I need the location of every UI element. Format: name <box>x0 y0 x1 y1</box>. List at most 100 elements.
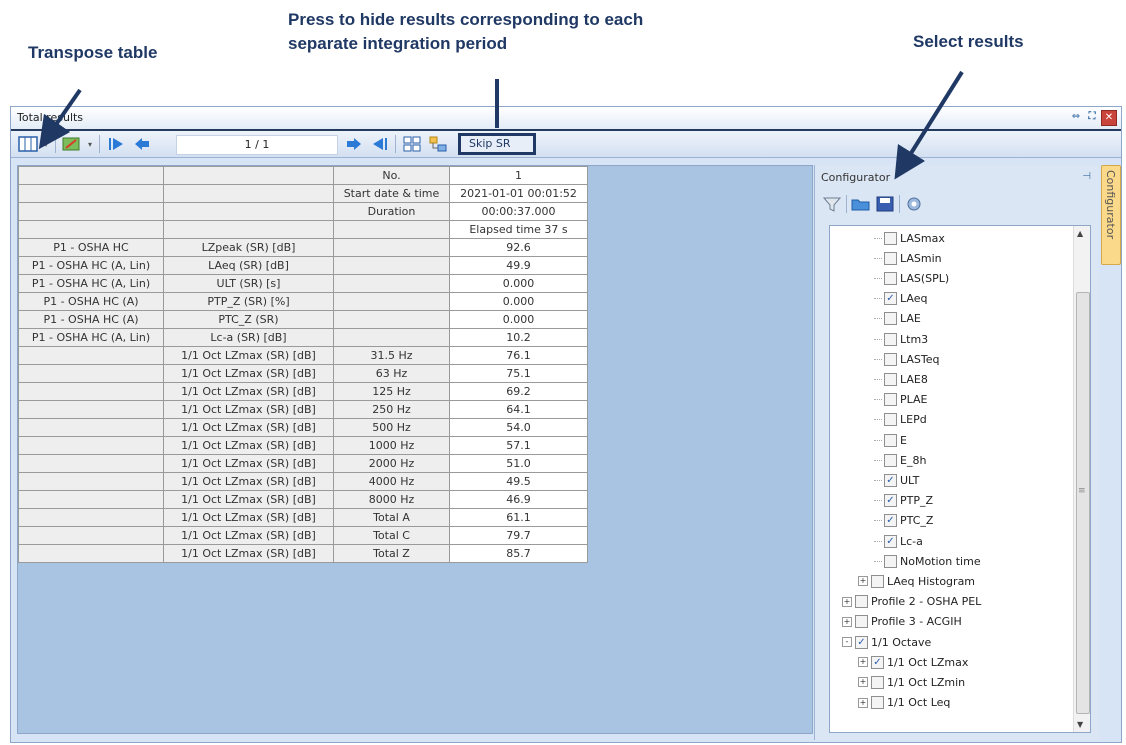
table-cell[interactable]: 4000 Hz <box>333 472 450 491</box>
table-cell[interactable]: 63 Hz <box>333 364 450 383</box>
table-cell[interactable] <box>333 328 450 347</box>
table-cell[interactable] <box>333 310 450 329</box>
table-cell[interactable]: 79.7 <box>449 526 588 545</box>
tree-item[interactable]: + Profile 2 - OSHA PEL <box>842 592 981 612</box>
tree-item[interactable]: ✓ Lc-a <box>874 531 923 551</box>
table-cell[interactable] <box>333 274 450 293</box>
table-cell[interactable]: 92.6 <box>449 238 588 257</box>
scrollbar-thumb[interactable] <box>1076 292 1090 714</box>
tree-item[interactable]: Ltm3 <box>874 329 928 349</box>
configurator-side-tab[interactable]: Configurator <box>1101 165 1121 265</box>
expand-icon[interactable]: + <box>858 677 868 688</box>
tree-item[interactable]: LAS(SPL) <box>874 268 949 288</box>
tree-checkbox[interactable] <box>884 271 897 285</box>
table-cell[interactable]: 57.1 <box>449 436 588 455</box>
tree-checkbox[interactable] <box>884 251 897 265</box>
tree-checkbox[interactable] <box>884 332 897 346</box>
table-cell[interactable]: P1 - OSHA HC (A) <box>18 292 164 311</box>
table-cell[interactable]: 64.1 <box>449 400 588 419</box>
table-cell[interactable]: 31.5 Hz <box>333 346 450 365</box>
tree-item[interactable]: ✓ PTP_Z <box>874 491 933 511</box>
expand-icon[interactable]: + <box>858 657 868 668</box>
tree-checkbox[interactable] <box>884 352 897 366</box>
table-cell[interactable] <box>18 508 164 527</box>
table-cell[interactable]: 85.7 <box>449 544 588 563</box>
table-cell[interactable]: 1/1 Oct LZmax (SR) [dB] <box>163 544 334 563</box>
table-cell[interactable] <box>333 292 450 311</box>
tree-item[interactable]: ✓ PTC_Z <box>874 511 933 531</box>
table-cell[interactable]: 51.0 <box>449 454 588 473</box>
tree-checkbox[interactable] <box>855 595 868 609</box>
table-cell[interactable]: 1/1 Oct LZmax (SR) [dB] <box>163 472 334 491</box>
tree-item[interactable]: LASTeq <box>874 349 940 369</box>
table-cell[interactable]: Elapsed time 37 s <box>449 220 588 239</box>
table-cell[interactable]: Start date & time <box>333 184 450 203</box>
table-cell[interactable] <box>163 202 334 221</box>
tree-checkbox[interactable]: ✓ <box>884 292 897 306</box>
skip-sr-button[interactable]: Skip SR <box>458 133 536 155</box>
table-cell[interactable] <box>18 364 164 383</box>
table-cell[interactable]: 1/1 Oct LZmax (SR) [dB] <box>163 454 334 473</box>
scroll-down-icon[interactable]: ▼ <box>1077 720 1083 729</box>
table-cell[interactable]: 1/1 Oct LZmax (SR) [dB] <box>163 490 334 509</box>
tree-item[interactable]: LASmin <box>874 248 942 268</box>
table-cell[interactable]: Total Z <box>333 544 450 563</box>
tree-item[interactable]: NoMotion time <box>874 551 981 571</box>
expand-icon[interactable]: + <box>842 596 852 607</box>
expand-icon[interactable]: + <box>842 616 852 627</box>
table-cell[interactable]: P1 - OSHA HC (A, Lin) <box>18 274 164 293</box>
table-cell[interactable]: 8000 Hz <box>333 490 450 509</box>
tree-checkbox[interactable] <box>884 372 897 386</box>
table-cell[interactable]: Lc-a (SR) [dB] <box>163 328 334 347</box>
tree-checkbox[interactable] <box>884 554 897 568</box>
table-cell[interactable]: Total C <box>333 526 450 545</box>
table-cell[interactable]: P1 - OSHA HC (A, Lin) <box>18 256 164 275</box>
tree-item[interactable]: E <box>874 430 907 450</box>
table-cell[interactable] <box>18 472 164 491</box>
previous-page-button[interactable] <box>131 135 153 153</box>
tree-item[interactable]: + Profile 3 - ACGIH <box>842 612 962 632</box>
table-cell[interactable]: 1/1 Oct LZmax (SR) [dB] <box>163 400 334 419</box>
table-cell[interactable]: P1 - OSHA HC <box>18 238 164 257</box>
table-cell[interactable]: 0.000 <box>449 274 588 293</box>
tree-checkbox[interactable] <box>884 433 897 447</box>
table-cell[interactable] <box>18 220 164 239</box>
table-cell[interactable]: 125 Hz <box>333 382 450 401</box>
scroll-up-icon[interactable]: ▲ <box>1077 229 1083 238</box>
export-dropdown-icon[interactable]: ▾ <box>85 135 95 153</box>
save-button[interactable] <box>874 195 896 213</box>
tree-checkbox[interactable] <box>884 231 897 245</box>
pin-icon[interactable]: ⇔ <box>1069 110 1083 124</box>
tree-item[interactable]: LAE <box>874 309 921 329</box>
tree-checkbox[interactable]: ✓ <box>884 494 897 508</box>
tree-item[interactable]: ✓ LAeq <box>874 289 927 309</box>
table-cell[interactable]: 1/1 Oct LZmax (SR) [dB] <box>163 436 334 455</box>
table-cell[interactable]: 0.000 <box>449 292 588 311</box>
tree-checkbox[interactable]: ✓ <box>884 473 897 487</box>
tree-view-button[interactable] <box>427 135 449 153</box>
table-cell[interactable] <box>163 166 334 185</box>
table-cell[interactable] <box>18 436 164 455</box>
transpose-table-button[interactable] <box>17 135 39 153</box>
close-icon[interactable]: ✕ <box>1101 110 1117 126</box>
table-cell[interactable]: P1 - OSHA HC (A, Lin) <box>18 328 164 347</box>
filter-button[interactable] <box>821 195 843 213</box>
expand-icon[interactable]: + <box>858 576 868 587</box>
transpose-dropdown-icon[interactable]: ▾ <box>41 135 51 153</box>
tree-item[interactable]: +1/1 Oct Leq <box>858 693 950 713</box>
table-cell[interactable]: 1/1 Oct LZmax (SR) [dB] <box>163 364 334 383</box>
table-cell[interactable]: Duration <box>333 202 450 221</box>
tree-item[interactable]: - ✓ 1/1 Octave <box>842 632 931 652</box>
tree-item[interactable]: +1/1 Oct LZmin <box>858 672 965 692</box>
table-cell[interactable]: 75.1 <box>449 364 588 383</box>
tree-item[interactable]: ✓ ULT <box>874 470 919 490</box>
tree-checkbox[interactable] <box>871 574 884 588</box>
table-cell[interactable]: P1 - OSHA HC (A) <box>18 310 164 329</box>
tree-scrollbar[interactable]: ▲ ≡ ▼ <box>1073 226 1090 732</box>
table-cell[interactable]: 1/1 Oct LZmax (SR) [dB] <box>163 382 334 401</box>
table-cell[interactable]: 76.1 <box>449 346 588 365</box>
pin-icon[interactable]: ⊣ <box>1082 171 1091 182</box>
tree-checkbox[interactable] <box>855 615 868 629</box>
tree-checkbox[interactable] <box>884 413 897 427</box>
table-cell[interactable]: 1000 Hz <box>333 436 450 455</box>
